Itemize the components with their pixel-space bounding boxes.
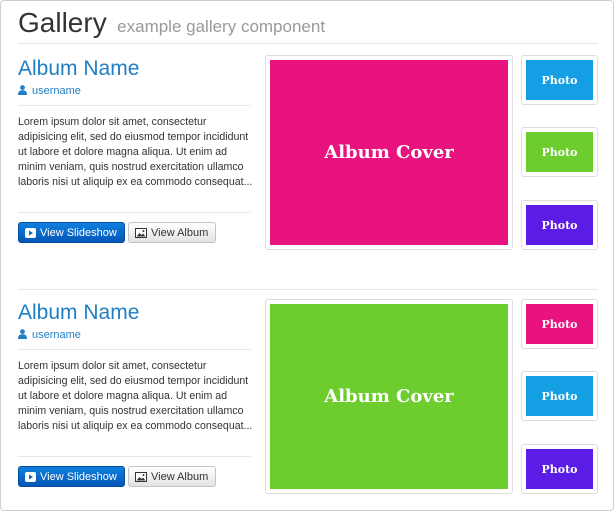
album-cover-image: Album Cover <box>270 304 508 489</box>
album-description: Lorem ipsum dolor sit amet, consectetur … <box>18 360 253 432</box>
album-name-link[interactable]: Album Name <box>18 301 139 325</box>
picture-icon <box>135 472 147 482</box>
photo-image: Photo <box>526 60 593 100</box>
photo-image: Photo <box>526 376 593 416</box>
album-cover-thumbnail[interactable]: Album Cover <box>265 55 513 250</box>
play-icon <box>25 228 36 238</box>
divider <box>18 212 251 213</box>
photo-thumbnail[interactable]: Photo <box>521 299 598 349</box>
photo-thumbnail[interactable]: Photo <box>521 127 598 177</box>
page-subtitle: example gallery component <box>117 17 326 36</box>
album-username-link[interactable]: username <box>18 329 81 341</box>
album-username-link[interactable]: username <box>18 85 81 97</box>
username-label: username <box>32 329 81 341</box>
photo-thumbnail[interactable]: Photo <box>521 55 598 105</box>
view-album-label: View Album <box>151 227 209 239</box>
user-icon <box>18 329 27 339</box>
photo-thumbnail[interactable]: Photo <box>521 444 598 494</box>
photo-image: Photo <box>526 132 593 172</box>
photo-image: Photo <box>526 304 593 344</box>
gallery-panel: Gallery example gallery component Album … <box>0 0 614 511</box>
divider <box>18 349 251 350</box>
view-album-label: View Album <box>151 471 209 483</box>
album-divider <box>18 289 598 290</box>
album-cover-thumbnail[interactable]: Album Cover <box>265 299 513 494</box>
view-album-button[interactable]: View Album <box>128 466 216 487</box>
user-icon <box>18 85 27 95</box>
view-slideshow-button[interactable]: View Slideshow <box>18 222 125 243</box>
photo-image: Photo <box>526 449 593 489</box>
album-description: Lorem ipsum dolor sit amet, consectetur … <box>18 116 253 188</box>
divider <box>18 456 251 457</box>
album-name-link[interactable]: Album Name <box>18 57 139 81</box>
view-slideshow-label: View Slideshow <box>40 227 117 239</box>
page-header: Gallery example gallery component <box>18 7 598 44</box>
play-icon <box>25 472 36 482</box>
photo-thumbnail[interactable]: Photo <box>521 200 598 250</box>
photo-thumbnail[interactable]: Photo <box>521 371 598 421</box>
picture-icon <box>135 228 147 238</box>
view-slideshow-label: View Slideshow <box>40 471 117 483</box>
username-label: username <box>32 85 81 97</box>
page-title: Gallery <box>18 7 107 38</box>
album-cover-image: Album Cover <box>270 60 508 245</box>
divider <box>18 105 251 106</box>
photo-image: Photo <box>526 205 593 245</box>
view-slideshow-button[interactable]: View Slideshow <box>18 466 125 487</box>
view-album-button[interactable]: View Album <box>128 222 216 243</box>
